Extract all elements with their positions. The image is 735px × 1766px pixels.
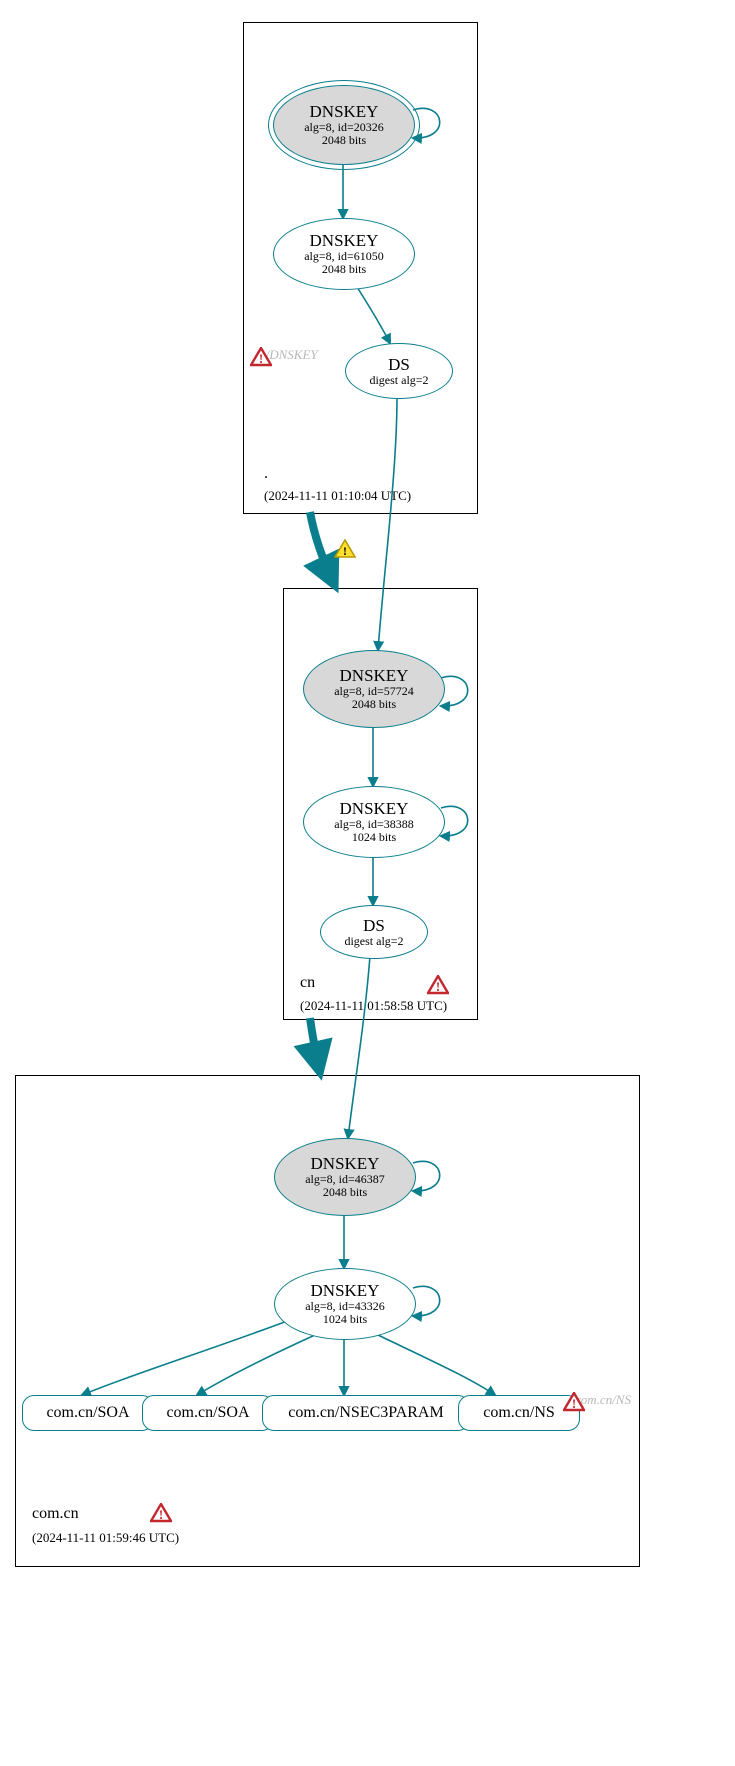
node-root-ksk[interactable]: DNSKEY alg=8, id=20326 2048 bits (273, 85, 415, 165)
node-comcn-ksk[interactable]: DNSKEY alg=8, id=46387 2048 bits (274, 1138, 416, 1216)
node-root-zsk[interactable]: DNSKEY alg=8, id=61050 2048 bits (273, 218, 415, 290)
svg-text:!: ! (572, 1396, 576, 1411)
node-sub1: digest alg=2 (344, 935, 403, 948)
svg-text:!: ! (343, 544, 347, 558)
node-cn-zsk[interactable]: DNSKEY alg=8, id=38388 1024 bits (303, 786, 445, 858)
node-title: DS (388, 356, 410, 374)
svg-text:!: ! (159, 1507, 163, 1522)
node-title: DNSKEY (310, 103, 379, 121)
node-sub2: 2048 bits (322, 134, 366, 147)
node-title: DNSKEY (340, 667, 409, 685)
node-cn-ds[interactable]: DS digest alg=2 (320, 905, 428, 959)
svg-text:!: ! (259, 351, 263, 366)
node-title: DS (363, 917, 385, 935)
error-icon: ! (250, 347, 272, 367)
node-title: DNSKEY (311, 1282, 380, 1300)
node-cn-ksk[interactable]: DNSKEY alg=8, id=57724 2048 bits (303, 650, 445, 728)
zone-cn-error-icon[interactable]: ! (427, 975, 449, 997)
error-icon: ! (563, 1392, 585, 1412)
error-comcn-ns[interactable]: ! com.cn/NS (563, 1392, 643, 1408)
rrset-ns[interactable]: com.cn/NS (458, 1395, 580, 1431)
node-title: DNSKEY (311, 1155, 380, 1173)
node-title: DNSKEY (340, 800, 409, 818)
svg-text:!: ! (436, 979, 440, 994)
rrset-soa-2[interactable]: com.cn/SOA (142, 1395, 274, 1431)
node-comcn-zsk[interactable]: DNSKEY alg=8, id=43326 1024 bits (274, 1268, 416, 1340)
node-sub2: 2048 bits (322, 263, 366, 276)
error-root-dnskey[interactable]: ! ./DNSKEY (250, 347, 330, 363)
node-title: DNSKEY (310, 232, 379, 250)
node-root-ds[interactable]: DS digest alg=2 (345, 343, 453, 399)
delegation-warning-icon[interactable]: ! (334, 539, 356, 561)
node-sub2: 2048 bits (352, 698, 396, 711)
node-sub2: 1024 bits (352, 831, 396, 844)
node-sub1: alg=8, id=20326 (304, 121, 384, 134)
rrset-soa-1[interactable]: com.cn/SOA (22, 1395, 154, 1431)
rrset-nsec3param[interactable]: com.cn/NSEC3PARAM (262, 1395, 470, 1431)
node-sub2: 1024 bits (323, 1313, 367, 1326)
node-sub1: digest alg=2 (369, 374, 428, 387)
node-sub2: 2048 bits (323, 1186, 367, 1199)
zone-comcn-error-icon[interactable]: ! (150, 1503, 172, 1525)
